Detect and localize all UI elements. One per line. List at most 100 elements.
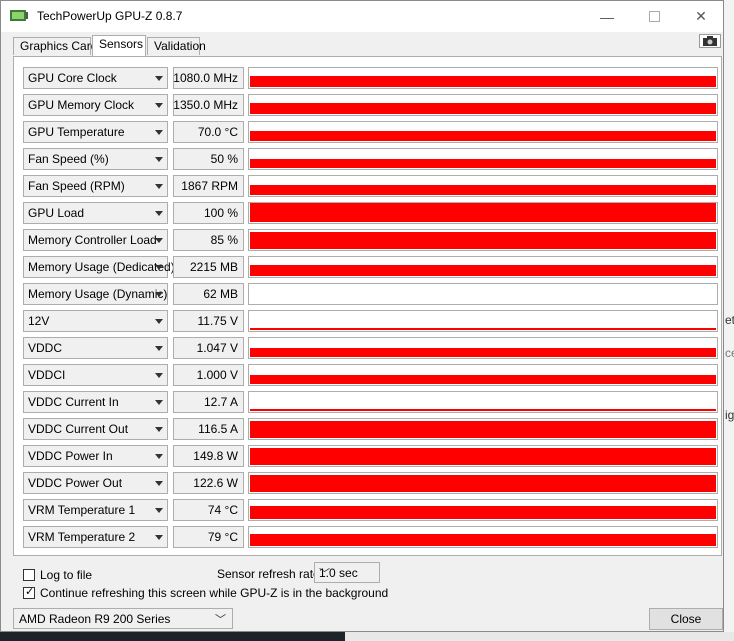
dropdown-arrow-icon xyxy=(155,211,163,216)
tab-sensors[interactable]: Sensors xyxy=(92,35,146,56)
sensor-graph-fill xyxy=(250,475,716,492)
sensor-value-box: 116.5 A xyxy=(173,418,244,440)
sensor-value: 149.8 W xyxy=(193,449,238,463)
screenshot-button[interactable] xyxy=(699,34,721,48)
sensor-graph-fill xyxy=(250,76,716,87)
log-to-file-checkbox[interactable] xyxy=(23,569,35,581)
sensor-value-box: 100 % xyxy=(173,202,244,224)
sensor-graph xyxy=(248,67,718,89)
sensor-graph xyxy=(248,418,718,440)
sensor-value-box: 85 % xyxy=(173,229,244,251)
sensor-graph-fill xyxy=(250,131,716,141)
sensor-select[interactable]: GPU Core Clock xyxy=(23,67,168,89)
sensor-select[interactable]: GPU Load xyxy=(23,202,168,224)
sensor-value: 100 % xyxy=(203,206,238,220)
tab-validation[interactable]: Validation xyxy=(147,37,206,55)
sensor-graph-fill xyxy=(250,409,716,411)
sensor-value: 1.000 V xyxy=(196,368,238,382)
sensor-value: 70.0 °C xyxy=(197,125,238,139)
gpu-select[interactable]: AMD Radeon R9 200 Series ﹀ xyxy=(13,608,233,629)
gpu-z-app-icon xyxy=(10,10,28,21)
sensor-select[interactable]: VDDC Power In xyxy=(23,445,168,467)
sensor-value: 2215 MB xyxy=(189,260,238,274)
sensor-label: VDDCI xyxy=(28,368,66,382)
sensor-graph xyxy=(248,256,718,278)
sensor-graph xyxy=(248,229,718,251)
sensor-graph-fill xyxy=(250,103,716,114)
sensor-graph xyxy=(248,337,718,359)
taskbar xyxy=(0,632,734,641)
sensor-graph xyxy=(248,148,718,170)
close-window-button[interactable]: ✕ xyxy=(678,1,724,32)
sensor-select[interactable]: VRM Temperature 1 xyxy=(23,499,168,521)
sensor-select[interactable]: VDDC Power Out xyxy=(23,472,168,494)
sensor-value-box: 1867 RPM xyxy=(173,175,244,197)
sensor-select[interactable]: Memory Usage (Dynamic) xyxy=(23,283,168,305)
sensor-label: Fan Speed (RPM) xyxy=(28,179,125,193)
background-text: ce xyxy=(725,346,734,360)
sensor-graph xyxy=(248,121,718,143)
sensor-select[interactable]: Fan Speed (%) xyxy=(23,148,168,170)
sensor-select[interactable]: VRM Temperature 2 xyxy=(23,526,168,548)
sensor-value: 1867 RPM xyxy=(181,179,238,193)
sensor-label: Memory Controller Load xyxy=(28,233,157,247)
sensor-value: 1080.0 MHz xyxy=(173,71,238,85)
sensor-label: VDDC Current In xyxy=(28,395,119,409)
sensor-select[interactable]: VDDC Current In xyxy=(23,391,168,413)
sensor-select[interactable]: 12V xyxy=(23,310,168,332)
sensor-value-box: 1080.0 MHz xyxy=(173,67,244,89)
sensor-graph xyxy=(248,175,718,197)
sensor-label: Memory Usage (Dynamic) xyxy=(28,287,168,301)
gpu-z-window: TechPowerUp GPU-Z 0.8.7 — ✕ Graphics Car… xyxy=(0,0,724,632)
dropdown-arrow-icon xyxy=(155,400,163,405)
sensor-select[interactable]: GPU Temperature xyxy=(23,121,168,143)
maximize-button[interactable] xyxy=(631,1,677,32)
close-button[interactable]: Close xyxy=(649,608,723,630)
dropdown-arrow-icon xyxy=(155,508,163,513)
sensor-graph xyxy=(248,499,718,521)
continue-refresh-label: Continue refreshing this screen while GP… xyxy=(40,586,389,600)
sensor-graph xyxy=(248,391,718,413)
sensor-graph-fill xyxy=(250,185,716,195)
sensor-graph-fill xyxy=(250,534,716,546)
sensor-select[interactable]: VDDCI xyxy=(23,364,168,386)
refresh-rate-select[interactable]: 1.0 sec ﹀ xyxy=(314,562,380,583)
sensor-select[interactable]: Memory Controller Load xyxy=(23,229,168,251)
dropdown-arrow-icon xyxy=(155,184,163,189)
sensor-select[interactable]: VDDC xyxy=(23,337,168,359)
sensor-label: GPU Load xyxy=(28,206,85,220)
sensor-value: 122.6 W xyxy=(193,476,238,490)
sensor-select[interactable]: GPU Memory Clock xyxy=(23,94,168,116)
sensor-value-box: 79 °C xyxy=(173,526,244,548)
sensor-label: VDDC xyxy=(28,341,63,355)
sensor-value: 116.5 A xyxy=(198,422,238,436)
camera-icon xyxy=(703,36,717,46)
dropdown-arrow-icon xyxy=(155,535,163,540)
dropdown-arrow-icon xyxy=(155,292,163,297)
sensor-value: 12.7 A xyxy=(203,395,238,409)
tab-graphics-card[interactable]: Graphics Card xyxy=(13,37,97,55)
sensor-value-box: 149.8 W xyxy=(173,445,244,467)
sensor-value: 74 °C xyxy=(207,503,238,517)
log-to-file-label: Log to file xyxy=(40,568,93,582)
sensor-select[interactable]: VDDC Current Out xyxy=(23,418,168,440)
sensor-value: 62 MB xyxy=(203,287,238,301)
sensor-graph-fill xyxy=(250,421,716,438)
sensors-panel: GPU Core Clock 1080.0 MHz GPU Memory Clock… xyxy=(13,56,722,556)
sensor-select[interactable]: Memory Usage (Dedicated) xyxy=(23,256,175,278)
sensor-label: GPU Memory Clock xyxy=(28,98,135,112)
sensor-value: 1350.0 MHz xyxy=(173,98,238,112)
minimize-button[interactable]: — xyxy=(584,1,630,32)
sensor-graph-fill xyxy=(250,328,716,330)
dropdown-arrow-icon xyxy=(155,319,163,324)
dropdown-arrow-icon xyxy=(155,76,163,81)
dropdown-arrow-icon xyxy=(155,265,163,270)
continue-refresh-checkbox[interactable] xyxy=(23,585,35,599)
dropdown-arrow-icon xyxy=(155,103,163,108)
sensor-label: VRM Temperature 2 xyxy=(28,530,136,544)
title-bar[interactable]: TechPowerUp GPU-Z 0.8.7 — ✕ xyxy=(1,1,723,32)
sensor-value-box: 1.000 V xyxy=(173,364,244,386)
sensor-graph-fill xyxy=(250,375,716,384)
sensor-graph xyxy=(248,445,718,467)
sensor-select[interactable]: Fan Speed (RPM) xyxy=(23,175,168,197)
